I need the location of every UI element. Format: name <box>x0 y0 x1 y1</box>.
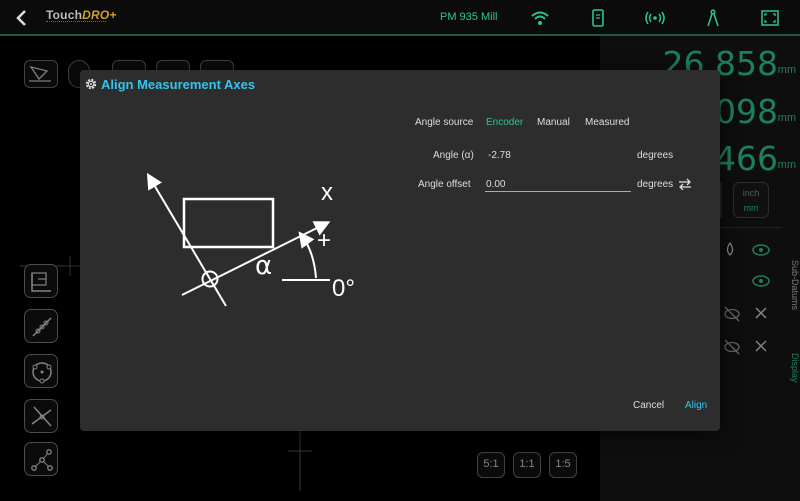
angle-unit: degrees <box>637 150 674 161</box>
top-bar: TouchDRO+ PM 935 Mill <box>0 0 800 36</box>
cancel-button[interactable]: Cancel <box>633 400 664 411</box>
angle-offset-label: Angle offset <box>418 179 471 190</box>
alpha-label: α <box>255 251 272 281</box>
align-axes-dialog: Align Measurement Axes x + α 0° Angle so… <box>80 70 720 431</box>
wifi-icon[interactable] <box>530 9 550 27</box>
angle-value: -2.78 <box>488 150 511 161</box>
logo-underline <box>46 21 106 25</box>
offset-unit: degrees <box>637 179 674 190</box>
angle-label: Angle (α) <box>433 150 474 161</box>
tablet-icon[interactable] <box>588 9 608 27</box>
compass-icon[interactable] <box>703 9 723 27</box>
machine-name[interactable]: PM 935 Mill <box>440 11 497 23</box>
angle-offset-input[interactable] <box>485 178 631 192</box>
app-logo: TouchDRO+ <box>46 8 117 22</box>
source-measured-option[interactable]: Measured <box>585 117 629 128</box>
back-arrow-icon[interactable] <box>14 8 30 28</box>
zero-degree-label: 0° <box>332 275 355 302</box>
signal-icon[interactable] <box>645 9 665 27</box>
gear-icon <box>85 78 97 90</box>
fullscreen-icon[interactable] <box>760 9 780 27</box>
align-button[interactable]: Align <box>685 400 707 411</box>
alignment-diagram: x + α 0° <box>146 172 355 307</box>
angle-source-label: Angle source <box>415 117 474 128</box>
x-axis-label: x <box>321 179 333 206</box>
dialog-title: Align Measurement Axes <box>101 77 256 92</box>
swap-direction-icon[interactable] <box>678 178 692 190</box>
plus-label: + <box>317 227 331 254</box>
source-manual-option[interactable]: Manual <box>537 117 570 128</box>
source-encoder-option[interactable]: Encoder <box>486 117 523 128</box>
